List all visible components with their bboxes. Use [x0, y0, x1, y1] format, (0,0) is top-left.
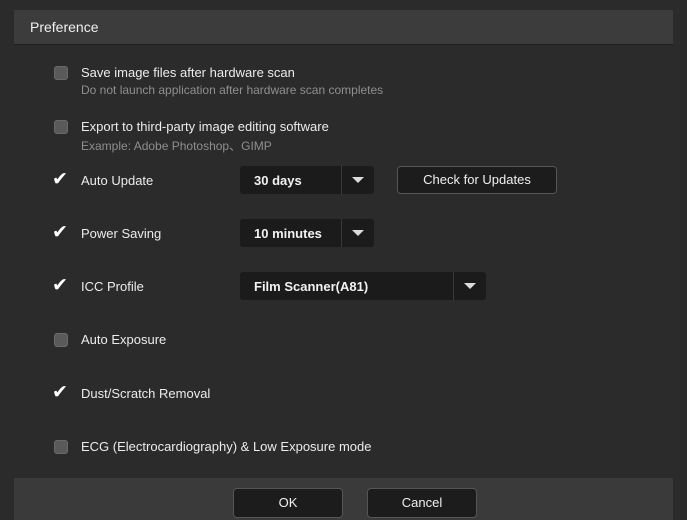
ecg-mode-checkbox[interactable] [54, 440, 68, 454]
power-saving-label: Power Saving [81, 226, 162, 241]
ok-button[interactable]: OK [233, 488, 343, 518]
power-saving-timeout-value: 10 minutes [254, 226, 322, 241]
preference-dialog: Preference Save image files after hardwa… [0, 0, 687, 520]
icc-profile-value: Film Scanner(A81) [254, 279, 369, 294]
options-panel: Save image files after hardware scan Do … [14, 45, 673, 463]
save-files-label: Save image files after hardware scan [81, 65, 295, 80]
power-saving-timeout-select[interactable]: 10 minutes [240, 219, 374, 247]
auto-exposure-checkbox[interactable] [54, 333, 68, 347]
chevron-down-icon [341, 166, 374, 194]
auto-update-interval-value: 30 days [254, 173, 302, 188]
check-for-updates-button[interactable]: Check for Updates [397, 166, 557, 194]
icc-profile-select[interactable]: Film Scanner(A81) [240, 272, 486, 300]
auto-update-interval-select[interactable]: 30 days [240, 166, 374, 194]
auto-update-label: Auto Update [81, 173, 154, 188]
chevron-down-icon [453, 272, 486, 300]
checkmark-icon: ✔ [52, 221, 68, 243]
title-bar: Preference [14, 10, 673, 45]
auto-update-checkbox[interactable]: ✔ [52, 168, 68, 190]
checkmark-icon: ✔ [52, 274, 68, 296]
dust-removal-label: Dust/Scratch Removal [81, 386, 211, 401]
export-checkbox[interactable] [54, 120, 68, 134]
ecg-mode-label: ECG (Electrocardiography) & Low Exposure… [81, 439, 372, 454]
cancel-button[interactable]: Cancel [367, 488, 477, 518]
dialog-title: Preference [30, 19, 99, 35]
power-saving-checkbox[interactable]: ✔ [52, 221, 68, 243]
export-label: Export to third-party image editing soft… [81, 119, 329, 134]
chevron-down-icon [341, 219, 374, 247]
checkmark-icon: ✔ [52, 168, 68, 190]
checkmark-icon: ✔ [52, 381, 68, 403]
dust-removal-checkbox[interactable]: ✔ [52, 381, 68, 403]
dialog-footer: OK Cancel [14, 478, 673, 520]
export-description: Example: Adobe Photoshop、GIMP [81, 139, 272, 153]
save-files-checkbox[interactable] [54, 66, 68, 80]
save-files-description: Do not launch application after hardware… [81, 83, 384, 97]
icc-profile-label: ICC Profile [81, 279, 144, 294]
icc-profile-checkbox[interactable]: ✔ [52, 274, 68, 296]
auto-exposure-label: Auto Exposure [81, 332, 167, 347]
